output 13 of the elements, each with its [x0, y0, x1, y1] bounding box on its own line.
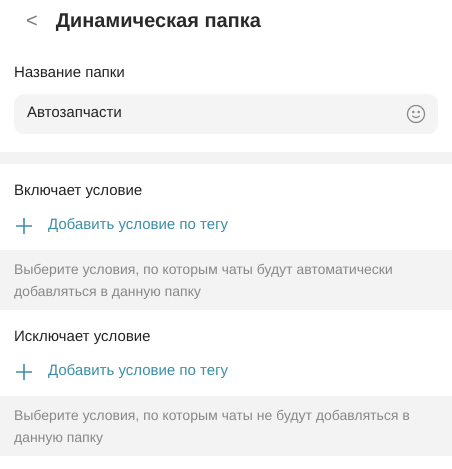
plus-icon: [14, 362, 34, 382]
hint-text: Выберите условия, по которым чаты не будут добавляться в данную папку: [0, 396, 452, 456]
back-button[interactable]: <: [26, 11, 38, 31]
field-label: Название папки: [14, 63, 126, 83]
add-tag-condition-button[interactable]: Добавить условие по тегу: [14, 348, 228, 396]
smiley-icon[interactable]: [406, 104, 426, 124]
add-tag-condition-button[interactable]: Добавить условие по тегу: [14, 202, 228, 250]
section-title: Включает условие: [14, 180, 144, 200]
section-title: Исключает условие: [14, 326, 152, 346]
hint-text: Выберите условия, по которым чаты будут автоматически добавляться в данную папку: [0, 250, 452, 310]
page-title: Динамическая папка: [56, 9, 261, 34]
folder-name-field[interactable]: Автозапчасти: [14, 94, 438, 134]
plus-icon: [14, 216, 34, 236]
